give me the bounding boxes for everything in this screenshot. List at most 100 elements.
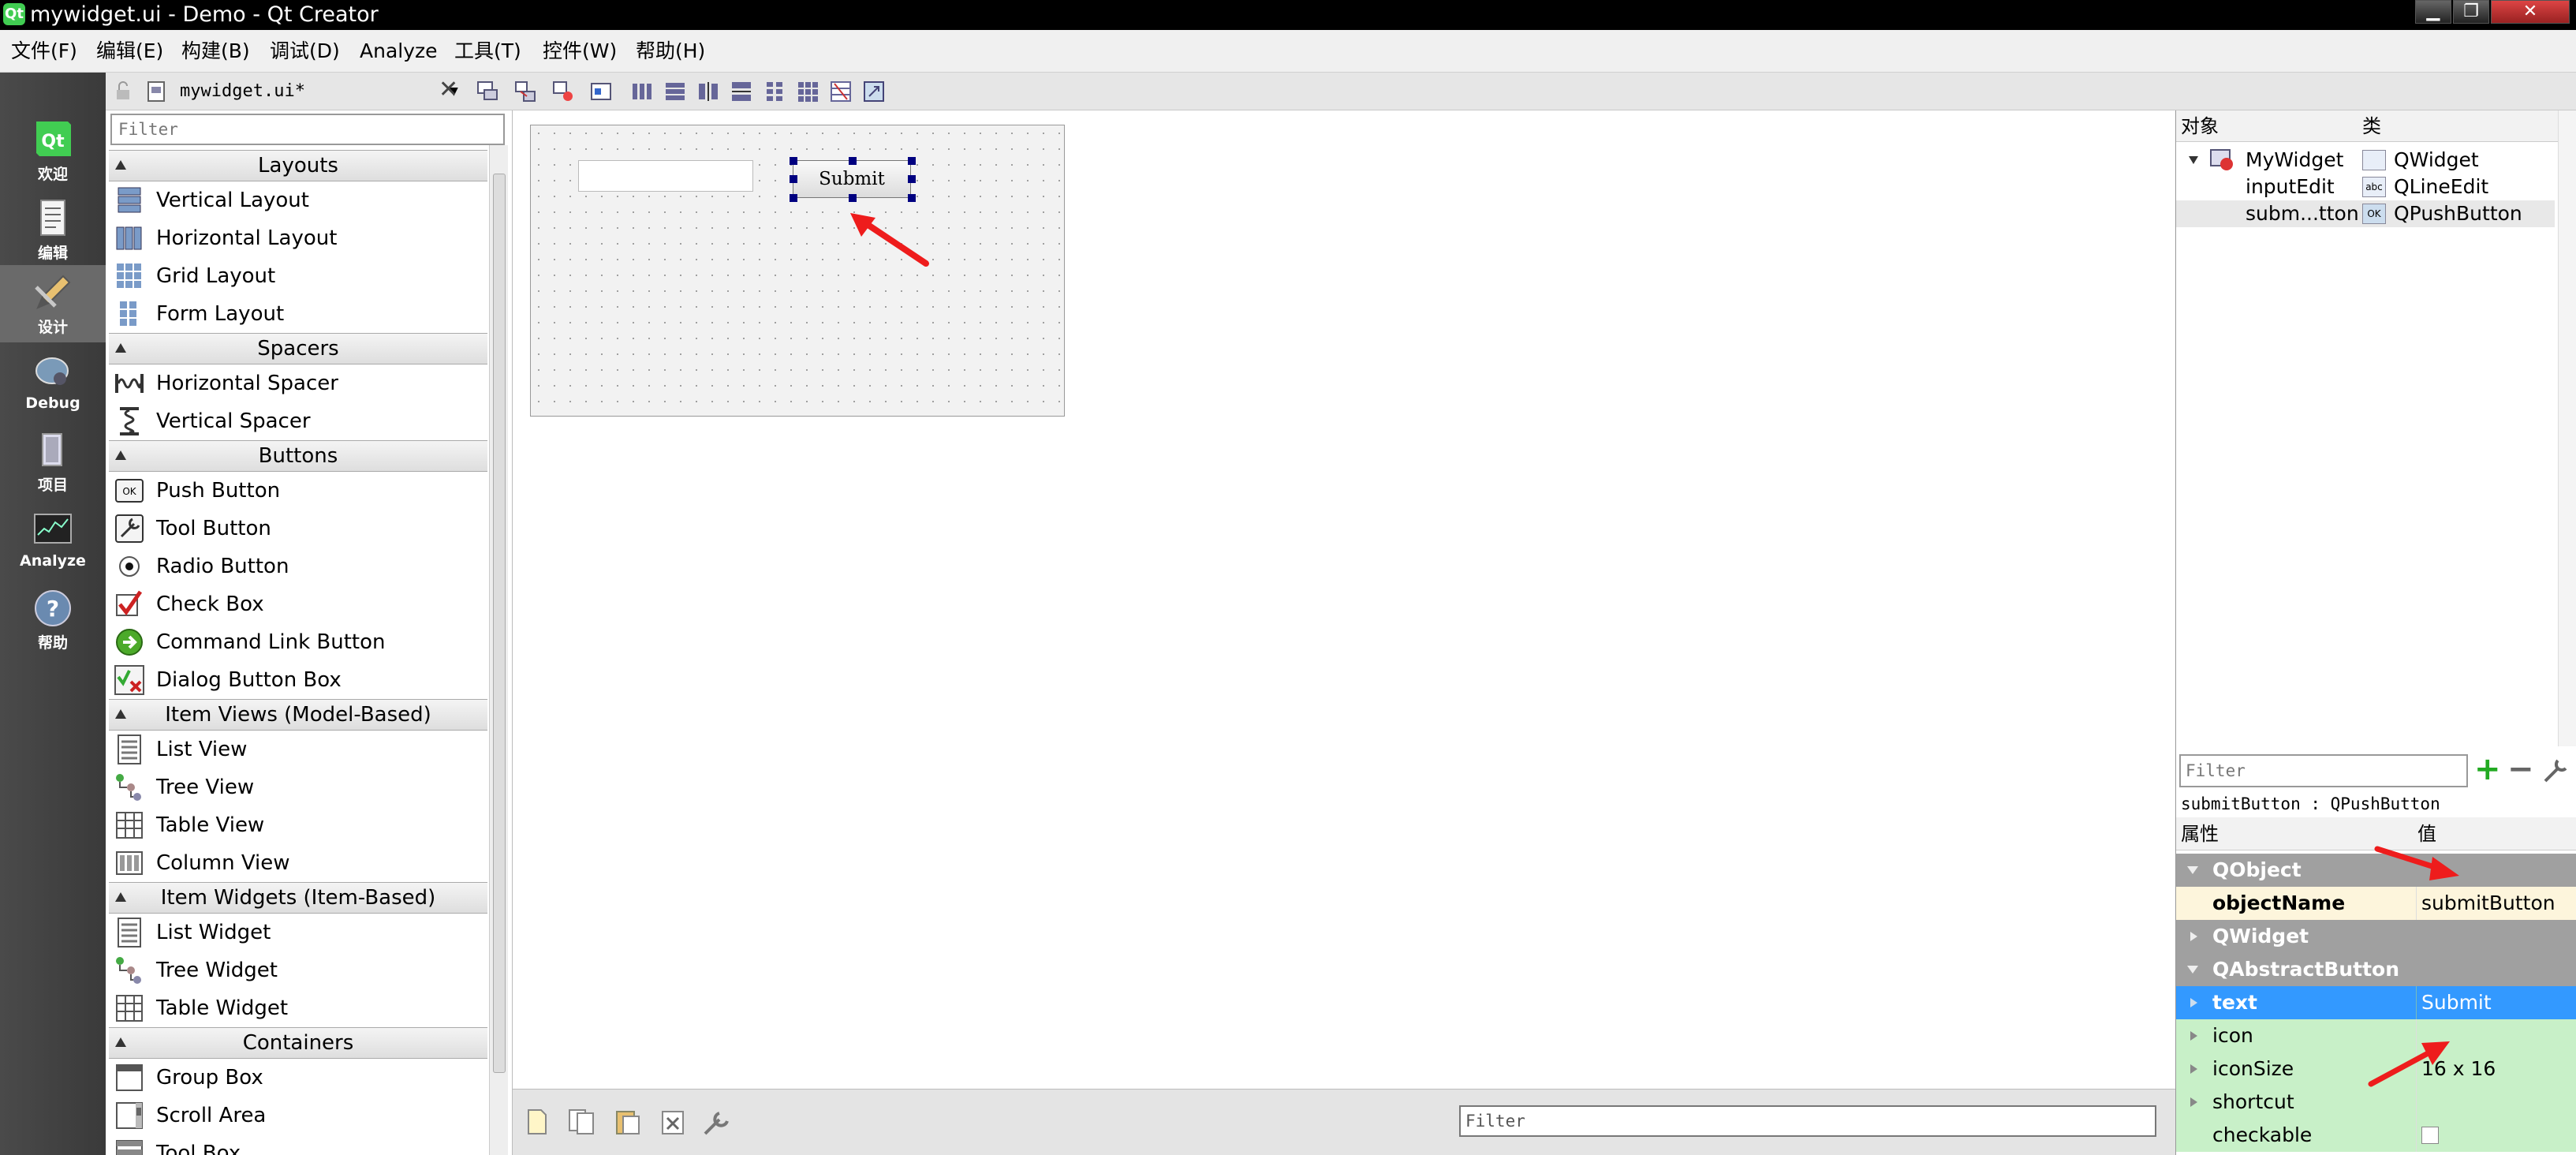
paste-action-icon[interactable] — [614, 1108, 642, 1135]
widget-list-widget[interactable]: List Widget — [109, 914, 487, 951]
mode-analyze[interactable]: Analyze — [0, 502, 106, 579]
layout-horizontal-icon[interactable] — [629, 79, 655, 104]
widget-dialog-button-box[interactable]: Dialog Button Box — [109, 661, 487, 699]
edit-buddies-icon[interactable] — [551, 79, 576, 104]
menu-file[interactable]: 文件(F) — [11, 39, 77, 63]
layout-vertical-icon[interactable] — [663, 79, 688, 104]
object-row-inputedit[interactable]: inputEdit abc QLineEdit — [2176, 174, 2555, 200]
layout-form-icon[interactable] — [762, 79, 787, 104]
property-value[interactable]: submitButton — [2416, 887, 2576, 920]
menu-tools[interactable]: 工具(T) — [454, 39, 521, 63]
widget-push-button[interactable]: OK Push Button — [109, 472, 487, 510]
category-layouts[interactable]: Layouts — [109, 150, 487, 181]
form-input-edit[interactable] — [578, 160, 753, 192]
widget-tool-box[interactable]: Tool Box — [109, 1134, 487, 1155]
widget-tree-widget[interactable]: Tree Widget — [109, 951, 487, 989]
layout-grid-icon[interactable] — [795, 79, 820, 104]
object-inspector-scrollbar[interactable] — [2558, 110, 2576, 746]
edit-widgets-icon[interactable] — [475, 79, 500, 104]
selection-handle[interactable] — [790, 194, 797, 202]
widget-filter-input[interactable]: Filter — [110, 114, 505, 145]
property-group-qwidget[interactable]: QWidget — [2176, 920, 2576, 953]
selection-handle[interactable] — [790, 157, 797, 165]
selection-handle[interactable] — [790, 175, 797, 183]
property-value[interactable]: 16 x 16 — [2416, 1052, 2576, 1086]
action-settings-wrench-icon[interactable] — [702, 1108, 734, 1137]
menu-debug[interactable]: 调试(D) — [270, 39, 340, 63]
menu-help[interactable]: 帮助(H) — [636, 39, 705, 63]
widget-vertical-spacer[interactable]: Vertical Spacer — [109, 402, 487, 440]
mode-design[interactable]: 设计 — [0, 265, 106, 342]
design-canvas[interactable]: Submit — [513, 110, 2175, 1089]
mode-welcome[interactable]: Qt 欢迎 — [0, 112, 106, 189]
form-mywidget[interactable]: Submit — [530, 125, 1065, 417]
remove-dynamic-property-icon[interactable]: − — [2507, 751, 2534, 787]
edit-tab-order-icon[interactable] — [588, 79, 614, 104]
widget-scroll-area[interactable]: Scroll Area — [109, 1097, 487, 1134]
close-editor-icon[interactable]: ✕ — [439, 76, 458, 103]
add-dynamic-property-icon[interactable]: + — [2474, 751, 2501, 787]
category-item-widgets[interactable]: Item Widgets (Item-Based) — [109, 882, 487, 914]
mode-edit[interactable]: 编辑 — [0, 191, 106, 268]
category-buttons[interactable]: Buttons — [109, 440, 487, 472]
property-row-icon[interactable]: icon — [2176, 1019, 2576, 1052]
lock-icon[interactable] — [110, 79, 136, 104]
widget-tree-view[interactable]: Tree View — [109, 768, 487, 806]
delete-action-icon[interactable] — [659, 1108, 686, 1135]
menu-widgets[interactable]: 控件(W) — [543, 39, 617, 63]
break-layout-icon[interactable] — [828, 79, 853, 104]
object-row-submitbutton[interactable]: subm...tton OK QPushButton — [2176, 200, 2555, 227]
selection-handle[interactable] — [849, 194, 857, 202]
widget-vertical-layout[interactable]: Vertical Layout — [109, 181, 487, 219]
widget-horizontal-spacer[interactable]: Horizontal Spacer — [109, 364, 487, 402]
property-row-objectname[interactable]: objectName submitButton — [2176, 887, 2576, 920]
object-row-mywidget[interactable]: MyWidget QWidget — [2176, 147, 2555, 174]
selection-handle[interactable] — [849, 157, 857, 165]
selection-handle[interactable] — [908, 175, 916, 183]
layout-horizontal-splitter-icon[interactable] — [696, 79, 721, 104]
mode-help[interactable]: ? 帮助 — [0, 581, 106, 658]
widget-table-widget[interactable]: Table Widget — [109, 989, 487, 1027]
mode-projects[interactable]: 项目 — [0, 423, 106, 500]
copy-action-icon[interactable] — [568, 1108, 596, 1135]
widget-list-view[interactable]: List View — [109, 731, 487, 768]
mode-debug[interactable]: Debug — [0, 344, 106, 421]
property-value[interactable]: Submit — [2416, 986, 2576, 1019]
maximize-button[interactable]: ❐ — [2453, 0, 2489, 24]
widget-grid-layout[interactable]: Grid Layout — [109, 257, 487, 295]
action-filter-input[interactable]: Filter — [1459, 1105, 2156, 1137]
property-row-shortcut[interactable]: shortcut — [2176, 1086, 2576, 1119]
selection-handle[interactable] — [908, 194, 916, 202]
menu-build[interactable]: 构建(B) — [181, 39, 250, 63]
property-config-wrench-icon[interactable] — [2542, 756, 2570, 784]
property-row-iconsize[interactable]: iconSize 16 x 16 — [2176, 1052, 2576, 1086]
edit-signals-slots-icon[interactable] — [513, 79, 538, 104]
widget-column-view[interactable]: Column View — [109, 844, 487, 882]
property-value[interactable] — [2416, 1119, 2576, 1152]
widget-box-scrollbar[interactable] — [489, 145, 508, 1155]
selection-handle[interactable] — [908, 157, 916, 165]
widget-tool-button[interactable]: Tool Button — [109, 510, 487, 548]
category-containers[interactable]: Containers — [109, 1027, 487, 1059]
widget-group-box[interactable]: Group Box — [109, 1059, 487, 1097]
form-submit-button[interactable]: Submit — [793, 160, 911, 198]
property-row-text[interactable]: text Submit — [2176, 986, 2576, 1019]
widget-radio-button[interactable]: Radio Button — [109, 548, 487, 585]
widget-command-link-button[interactable]: Command Link Button — [109, 623, 487, 661]
property-row-checkable[interactable]: checkable — [2176, 1119, 2576, 1152]
widget-horizontal-layout[interactable]: Horizontal Layout — [109, 219, 487, 257]
checkable-checkbox[interactable] — [2421, 1127, 2439, 1144]
scrollbar-thumb[interactable] — [493, 174, 506, 1073]
property-value[interactable] — [2416, 1086, 2576, 1119]
new-action-icon[interactable] — [525, 1108, 549, 1135]
property-group-qobject[interactable]: QObject — [2176, 854, 2576, 887]
minimize-button[interactable]: ▁ — [2415, 0, 2451, 24]
close-button[interactable]: ✕ — [2491, 0, 2570, 24]
widget-check-box[interactable]: Check Box — [109, 585, 487, 623]
property-group-qabstractbutton[interactable]: QAbstractButton — [2176, 953, 2576, 986]
menu-edit[interactable]: 编辑(E) — [96, 39, 163, 63]
menu-analyze[interactable]: Analyze — [360, 39, 438, 63]
widget-form-layout[interactable]: Form Layout — [109, 295, 487, 333]
widget-table-view[interactable]: Table View — [109, 806, 487, 844]
property-filter-input[interactable]: Filter — [2179, 754, 2468, 787]
